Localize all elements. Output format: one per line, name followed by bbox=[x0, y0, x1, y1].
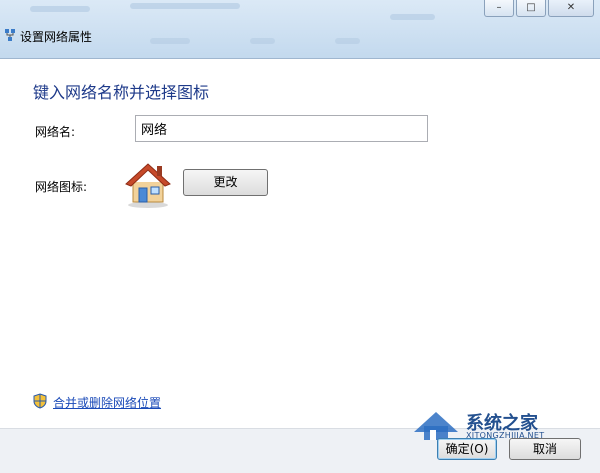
close-button[interactable]: ✕ bbox=[548, 0, 594, 17]
window-title: 设置网络属性 bbox=[4, 28, 92, 45]
background-blur bbox=[390, 14, 435, 20]
change-icon-button[interactable]: 更改 bbox=[183, 169, 268, 196]
minimize-button[interactable]: – bbox=[484, 0, 514, 17]
shield-icon bbox=[33, 393, 47, 412]
merge-delete-link[interactable]: 合并或删除网络位置 bbox=[33, 393, 161, 412]
background-blur bbox=[30, 6, 90, 12]
dialog-content: 键入网络名称并选择图标 网络名: 网络图标: 更改 合并或删除网络位置 bbox=[0, 58, 600, 429]
page-title: 键入网络名称并选择图标 bbox=[33, 83, 210, 102]
maximize-button[interactable]: □ bbox=[516, 0, 546, 17]
network-icon-label: 网络图标: bbox=[35, 180, 88, 194]
network-name-input[interactable] bbox=[135, 115, 428, 142]
window-title-text: 设置网络属性 bbox=[20, 30, 93, 44]
ok-button[interactable]: 确定(O) bbox=[437, 438, 497, 460]
window-controls: – □ ✕ bbox=[482, 0, 594, 17]
network-name-label: 网络名: bbox=[35, 125, 76, 139]
network-icon bbox=[4, 28, 16, 45]
title-bar: – □ ✕ 设置网络属性 bbox=[0, 0, 600, 58]
merge-delete-link-text: 合并或删除网络位置 bbox=[53, 396, 162, 410]
background-blur bbox=[335, 38, 360, 44]
background-blur bbox=[150, 38, 190, 44]
background-blur bbox=[250, 38, 275, 44]
background-blur bbox=[130, 3, 240, 9]
cancel-button[interactable]: 取消 bbox=[509, 438, 581, 460]
house-icon bbox=[123, 160, 173, 208]
